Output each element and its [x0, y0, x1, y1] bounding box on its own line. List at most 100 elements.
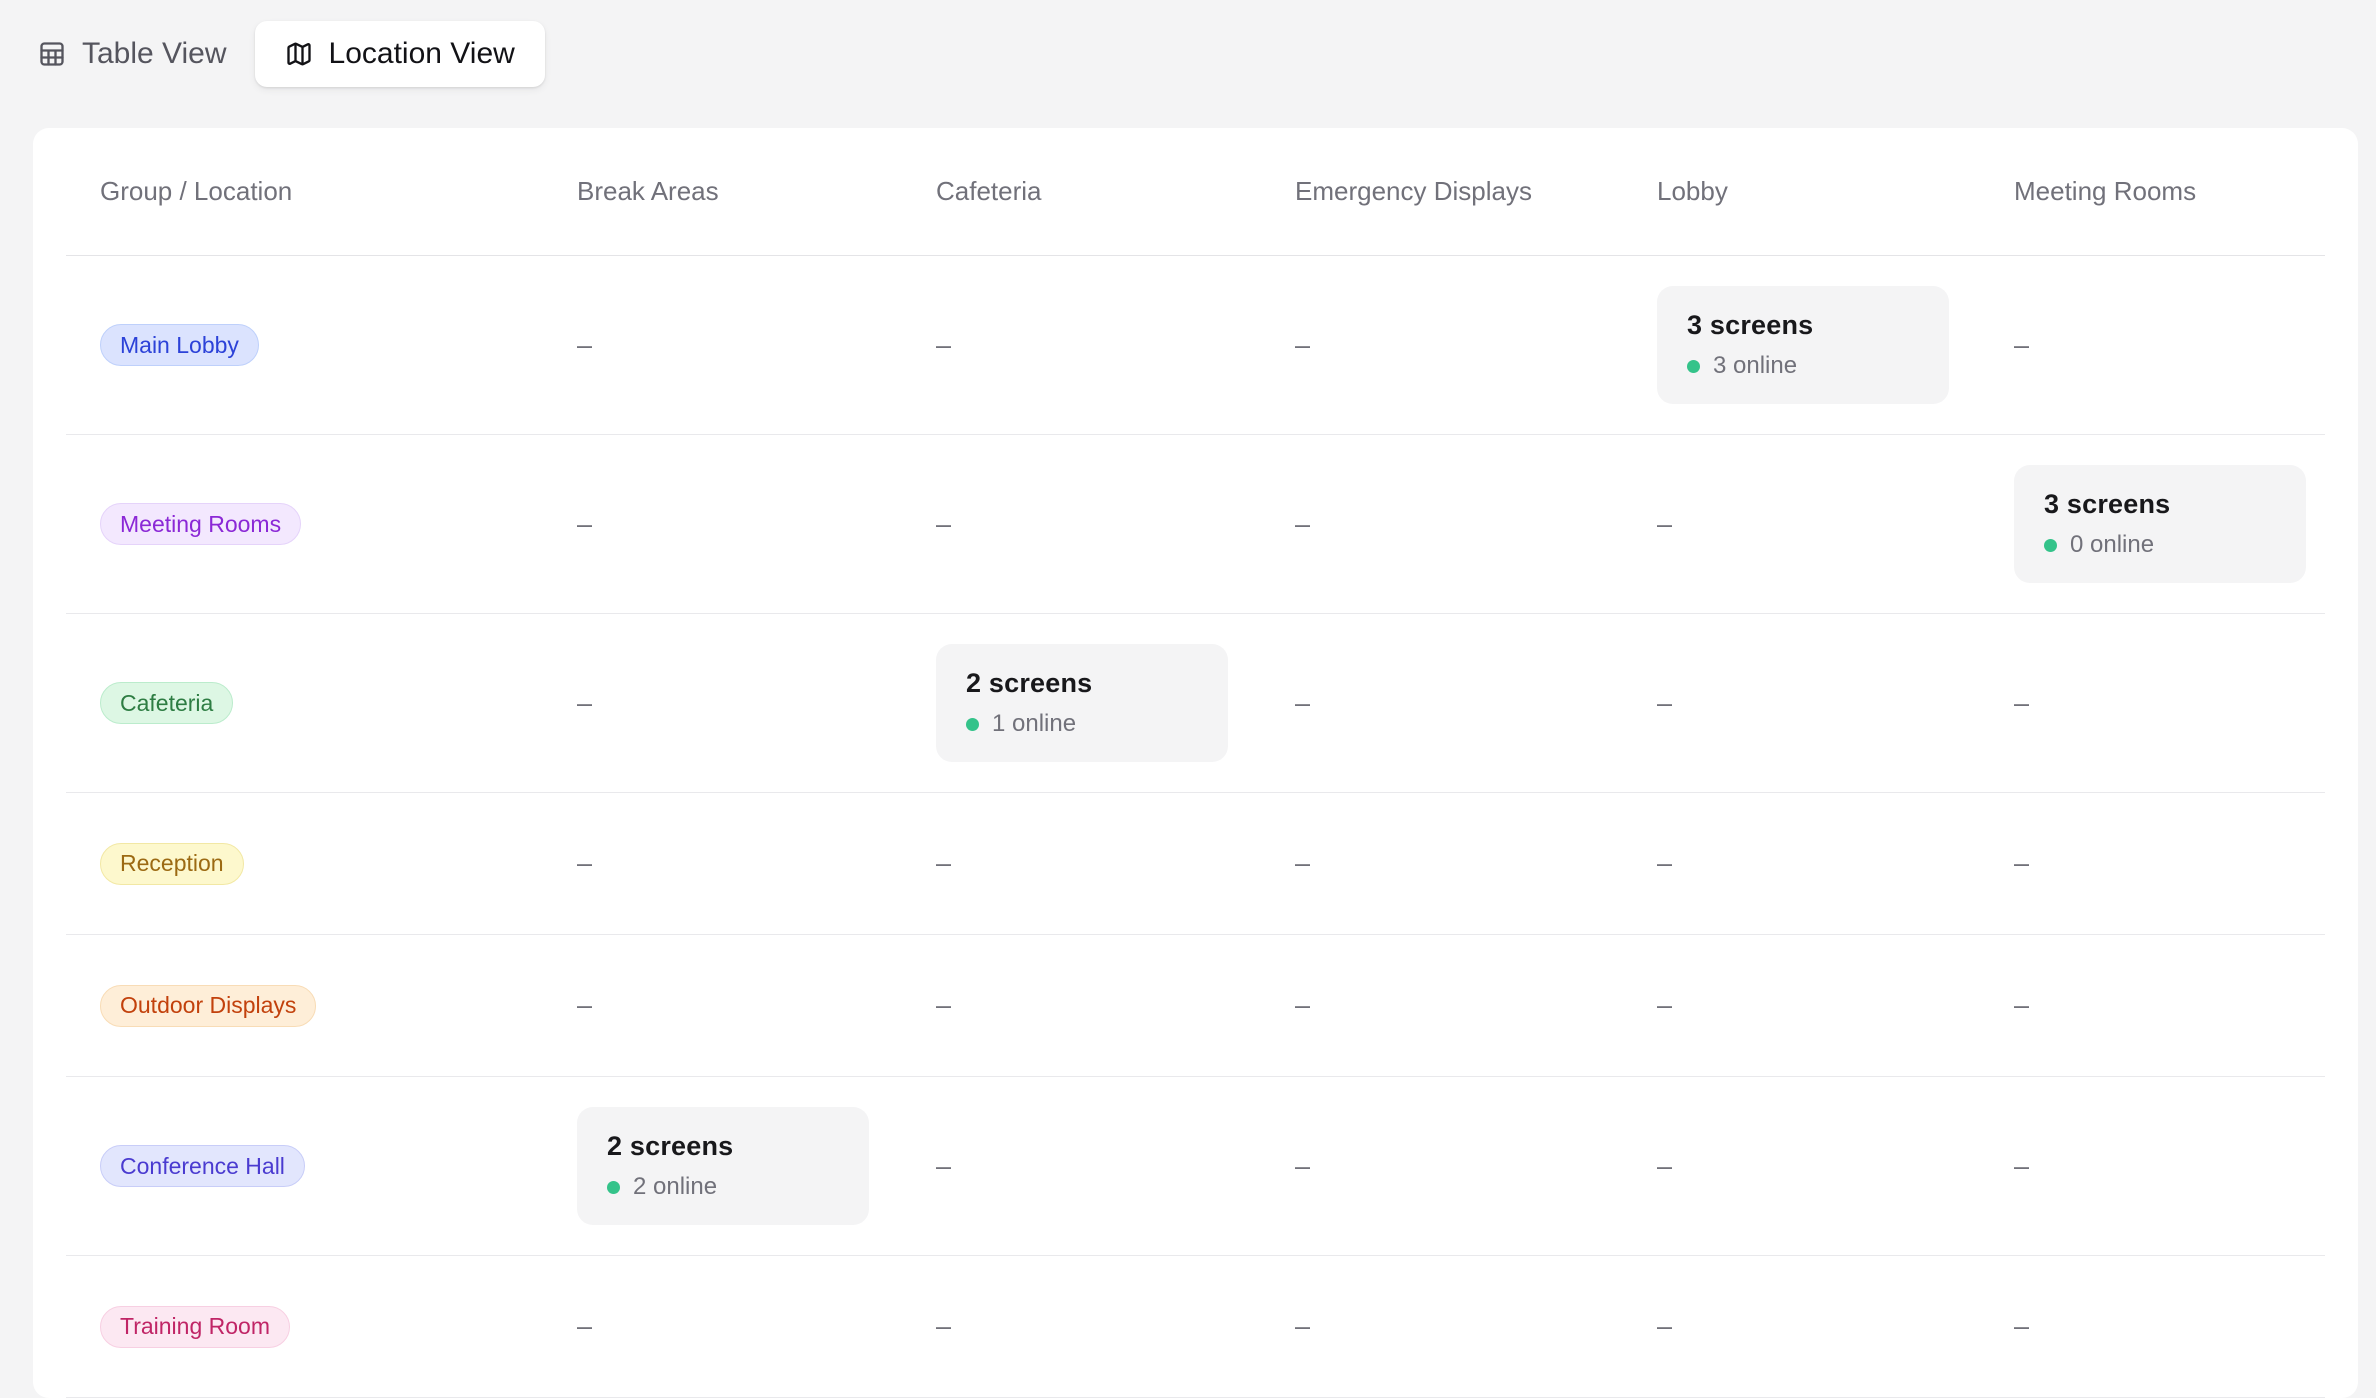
empty-cell: –	[936, 848, 1295, 879]
empty-dash: –	[936, 1311, 951, 1341]
table-row: Main Lobby–––3 screens3 online–	[66, 256, 2325, 435]
group-cell: Main Lobby	[66, 324, 577, 366]
screen-count-card[interactable]: 2 screens 2 online	[577, 1107, 869, 1225]
screen-count: 3 screens	[2044, 489, 2296, 520]
column-header: Cafeteria	[936, 176, 1295, 207]
group-cell: Conference Hall	[66, 1145, 577, 1187]
empty-dash: –	[1295, 330, 1310, 360]
empty-dash: –	[577, 848, 592, 878]
empty-dash: –	[577, 990, 592, 1020]
screen-count: 2 screens	[607, 1131, 859, 1162]
empty-dash: –	[577, 688, 592, 718]
online-status: 1 online	[966, 710, 1218, 738]
empty-cell: –	[577, 848, 936, 879]
empty-cell: –	[1657, 509, 2014, 540]
empty-cell: –	[1295, 688, 1657, 719]
empty-dash: –	[577, 330, 592, 360]
screen-count: 2 screens	[966, 668, 1218, 699]
group-cell: Cafeteria	[66, 682, 577, 724]
column-header: Group / Location	[66, 176, 577, 207]
empty-dash: –	[2014, 990, 2029, 1020]
table-row: Reception – – – – –	[66, 793, 2325, 935]
empty-cell: –	[1657, 848, 2014, 879]
empty-cell: –	[2014, 848, 2325, 879]
tab-table-view[interactable]: Table View	[38, 21, 227, 87]
group-badge[interactable]: Reception	[100, 843, 244, 885]
empty-dash: –	[936, 990, 951, 1020]
empty-cell: –	[2014, 688, 2325, 719]
empty-cell: –	[936, 990, 1295, 1021]
empty-cell: –	[577, 509, 936, 540]
tab-label: Location View	[329, 37, 515, 71]
empty-dash: –	[577, 509, 592, 539]
location-matrix-panel: Group / LocationBreak AreasCafeteriaEmer…	[33, 128, 2358, 1398]
empty-dash: –	[1295, 688, 1310, 718]
empty-dash: –	[1657, 688, 1672, 718]
empty-cell: –	[1295, 848, 1657, 879]
empty-dash: –	[1657, 1311, 1672, 1341]
table-row: Cafeteria – 2 screens 1 online – – –	[66, 614, 2325, 793]
empty-cell: –	[577, 990, 936, 1021]
empty-dash: –	[2014, 1151, 2029, 1181]
screen-count-card[interactable]: 3 screens 0 online	[2014, 465, 2306, 583]
group-badge[interactable]: Cafeteria	[100, 682, 233, 724]
screen-count-card[interactable]: 3 screens 3 online	[1657, 286, 1949, 404]
online-dot-icon	[607, 1181, 620, 1194]
table-row: Conference Hall2 screens2 online––––	[66, 1077, 2325, 1256]
table-row: Outdoor Displays–––––	[66, 935, 2325, 1077]
group-badge[interactable]: Conference Hall	[100, 1145, 305, 1187]
empty-cell: –	[577, 688, 936, 719]
column-header: Emergency Displays	[1295, 176, 1657, 207]
screen-count: 3 screens	[1687, 310, 1939, 341]
online-status: 3 online	[1687, 352, 1939, 380]
empty-cell: –	[1657, 688, 2014, 719]
online-count: 2 online	[633, 1173, 717, 1201]
group-cell: Training Room	[66, 1306, 577, 1348]
empty-dash: –	[1295, 509, 1310, 539]
empty-cell: –	[1295, 1151, 1657, 1182]
empty-cell: –	[1295, 990, 1657, 1021]
group-badge[interactable]: Meeting Rooms	[100, 503, 301, 545]
location-cell: 3 screens 0 online	[2014, 465, 2325, 583]
group-badge[interactable]: Main Lobby	[100, 324, 259, 366]
group-badge[interactable]: Training Room	[100, 1306, 290, 1348]
table-header-row: Group / LocationBreak AreasCafeteriaEmer…	[66, 128, 2325, 256]
empty-cell: –	[1657, 1311, 2014, 1342]
empty-dash: –	[2014, 1311, 2029, 1341]
empty-cell: –	[936, 1311, 1295, 1342]
location-cell: 2 screens 2 online	[577, 1107, 936, 1225]
empty-dash: –	[577, 1311, 592, 1341]
empty-cell: –	[2014, 990, 2325, 1021]
online-status: 2 online	[607, 1173, 859, 1201]
empty-cell: –	[936, 330, 1295, 361]
empty-dash: –	[1295, 1311, 1310, 1341]
map-icon	[285, 40, 313, 68]
table-icon	[38, 40, 66, 68]
group-cell: Reception	[66, 843, 577, 885]
tab-label: Table View	[82, 37, 227, 71]
column-header: Break Areas	[577, 176, 936, 207]
online-status: 0 online	[2044, 531, 2296, 559]
location-cell: 2 screens 1 online	[936, 644, 1295, 762]
table-body: Main Lobby–––3 screens3 online–Meeting R…	[66, 256, 2325, 1398]
empty-dash: –	[2014, 330, 2029, 360]
table-row: Training Room – – – – –	[66, 1256, 2325, 1398]
empty-cell: –	[1295, 330, 1657, 361]
empty-dash: –	[1657, 509, 1672, 539]
empty-dash: –	[2014, 848, 2029, 878]
empty-cell: –	[2014, 1311, 2325, 1342]
empty-dash: –	[1295, 848, 1310, 878]
tab-location-view[interactable]: Location View	[255, 21, 545, 87]
empty-dash: –	[1657, 848, 1672, 878]
group-badge[interactable]: Outdoor Displays	[100, 985, 316, 1027]
empty-dash: –	[936, 1151, 951, 1181]
column-header: Meeting Rooms	[2014, 176, 2325, 207]
group-cell: Meeting Rooms	[66, 503, 577, 545]
online-count: 3 online	[1713, 352, 1797, 380]
location-cell: 3 screens 3 online	[1657, 286, 2014, 404]
screen-count-card[interactable]: 2 screens 1 online	[936, 644, 1228, 762]
online-count: 0 online	[2070, 531, 2154, 559]
empty-dash: –	[936, 848, 951, 878]
column-header: Lobby	[1657, 176, 2014, 207]
empty-dash: –	[2014, 688, 2029, 718]
